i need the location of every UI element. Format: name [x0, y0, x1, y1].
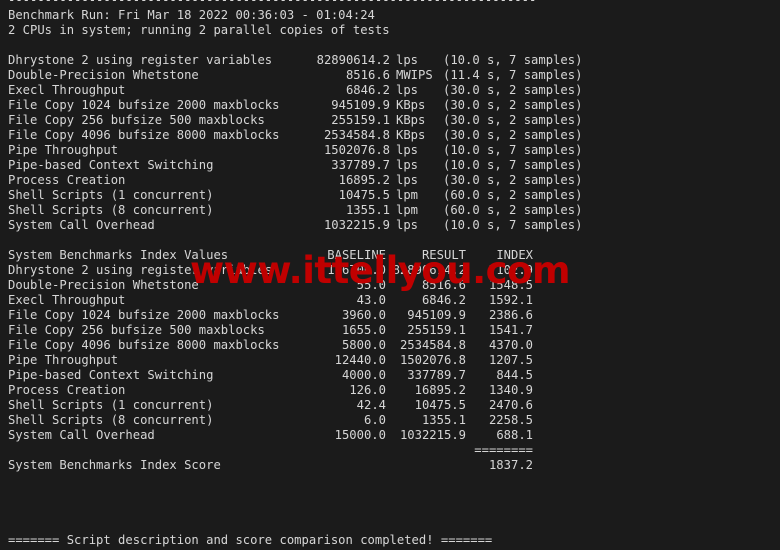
benchmark-unit: KBps — [396, 128, 426, 142]
index-index-value: 1207.5 — [488, 353, 533, 367]
benchmark-run-line: Benchmark Run: Fri Mar 18 2022 00:36:03 … — [8, 8, 375, 22]
benchmark-timing: (10.0 s, 7 samples) — [443, 53, 583, 67]
benchmark-timing: (30.0 s, 2 samples) — [443, 113, 583, 127]
benchmark-timing: (10.0 s, 7 samples) — [443, 218, 583, 232]
benchmark-timing: (30.0 s, 2 samples) — [443, 128, 583, 142]
benchmark-value: 1355.1 — [345, 203, 390, 217]
index-index-value: 1541.7 — [488, 323, 533, 337]
benchmark-result-row: Pipe-based Context Switching 337789.7 lps(… — [0, 158, 780, 173]
benchmark-result-row: System Call Overhead 1032215.9 lps (10.0 s,… — [0, 218, 780, 233]
index-value-row: Pipe Throughput 12440.0 1502076.8 1207.5 — [0, 353, 780, 368]
benchmark-value: 1502076.8 — [323, 143, 390, 157]
index-value-row: File Copy 1024 bufsize 2000 maxblocks 396… — [0, 308, 780, 323]
benchmark-unit: lpm — [396, 203, 419, 217]
benchmark-value: 6846.2 — [345, 83, 390, 97]
benchmark-result-row: Execl Throughput 6846.2 lps (30.0 s, 2 samp… — [0, 83, 780, 98]
benchmark-unit: KBps — [396, 113, 426, 127]
index-value-row: File Copy 4096 bufsize 8000 maxblocks 580… — [0, 338, 780, 353]
benchmark-result-row: Process Creation 16895.2 lps (30.0 s, 2 sam… — [0, 173, 780, 188]
index-value-row: Double-Precision Whetstone 55.0 8516.6 1548… — [0, 278, 780, 293]
benchmark-unit: lps — [396, 158, 419, 172]
benchmark-timing: (60.0 s, 2 samples) — [443, 203, 583, 217]
index-index-value: 688.1 — [496, 428, 533, 442]
score-separator: ======== — [0, 443, 780, 458]
benchmark-unit: lps — [396, 53, 419, 67]
score-separator-text: ======== — [474, 443, 533, 457]
index-value-row: File Copy 256 bufsize 500 maxblocks 1655.… — [0, 323, 780, 338]
index-index-value: 1548.5 — [488, 278, 533, 292]
benchmark-result-row: File Copy 4096 bufsize 8000 maxblocks 253… — [0, 128, 780, 143]
index-value-row: Process Creation 126.0 16895.2 1340.9 — [0, 383, 780, 398]
benchmark-unit: MWIPS — [396, 68, 433, 82]
index-values-block: Dhrystone 2 using register variables 1167… — [0, 263, 780, 443]
benchmark-timing: (60.0 s, 2 samples) — [443, 188, 583, 202]
benchmark-unit: lpm — [396, 188, 419, 202]
benchmark-timing: (30.0 s, 2 samples) — [443, 173, 583, 187]
benchmark-result-row: Double-Precision Whetstone 8516.6 MWIPS (11… — [0, 68, 780, 83]
benchmark-unit: lps — [396, 83, 419, 97]
index-index-value: 2470.6 — [488, 398, 533, 412]
index-value-row: Dhrystone 2 using register variables 1167… — [0, 263, 780, 278]
index-index-value: 4370.0 — [488, 338, 533, 352]
benchmark-value: 1032215.9 — [323, 218, 390, 232]
benchmark-timing: (30.0 s, 2 samples) — [443, 98, 583, 112]
index-index-value: 1340.9 — [488, 383, 533, 397]
benchmark-timing: (30.0 s, 2 samples) — [443, 83, 583, 97]
index-value-row: Pipe-based Context Switching 4000.0 337789… — [0, 368, 780, 383]
benchmark-value: 16895.2 — [338, 173, 390, 187]
top-divider-text: ----------------------------------------… — [8, 0, 537, 7]
benchmark-unit: KBps — [396, 98, 426, 112]
index-index-value: 1592.1 — [488, 293, 533, 307]
index-value-row: Shell Scripts (8 concurrent) 6.0 1355.1 225… — [0, 413, 780, 428]
index-value-row: Shell Scripts (1 concurrent) 42.4 10475.5 2… — [0, 398, 780, 413]
terminal-output: ----------------------------------------… — [0, 0, 780, 550]
benchmark-value: 945109.9 — [331, 98, 390, 112]
index-score-row: System Benchmarks Index Score 1837.2 — [0, 458, 780, 473]
benchmark-unit: lps — [396, 218, 419, 232]
benchmark-result-row: Shell Scripts (8 concurrent) 1355.1 lpm (60… — [0, 203, 780, 218]
column-header-index: INDEX — [496, 248, 533, 262]
benchmark-value: 337789.7 — [331, 158, 390, 172]
index-index-value: 7102.9 — [488, 263, 533, 277]
benchmark-timing: (11.4 s, 7 samples) — [443, 68, 583, 82]
benchmark-timing: (10.0 s, 7 samples) — [443, 143, 583, 157]
benchmark-value: 255159.1 — [331, 113, 390, 127]
benchmark-value: 2534584.8 — [323, 128, 390, 142]
benchmark-unit: lps — [396, 143, 419, 157]
index-index-value: 844.5 — [496, 368, 533, 382]
benchmark-value: 82890614.2 — [316, 53, 390, 67]
index-value-row: Execl Throughput 43.0 6846.2 1592.1 — [0, 293, 780, 308]
index-index-value: 2258.5 — [488, 413, 533, 427]
index-score-value: 1837.2 — [488, 458, 533, 472]
index-value-row: System Call Overhead 15000.0 1032215.9 688.… — [0, 428, 780, 443]
benchmark-value: 10475.5 — [338, 188, 390, 202]
top-divider: ----------------------------------------… — [0, 0, 780, 8]
completion-footer: ======= Script description and score com… — [8, 533, 493, 547]
benchmark-results-block: Dhrystone 2 using register variables 8289… — [0, 53, 780, 233]
benchmark-result-row: Dhrystone 2 using register variables 8289… — [0, 53, 780, 68]
benchmark-result-row: File Copy 1024 bufsize 2000 maxblocks 945… — [0, 98, 780, 113]
benchmark-unit: lps — [396, 173, 419, 187]
benchmark-result-row: Pipe Throughput 1502076.8 lps (10.0 s, 7 sa… — [0, 143, 780, 158]
benchmark-timing: (10.0 s, 7 samples) — [443, 158, 583, 172]
benchmark-value: 8516.6 — [345, 68, 390, 82]
benchmark-result-row: File Copy 256 bufsize 500 maxblocks 25515… — [0, 113, 780, 128]
benchmark-result-row: Shell Scripts (1 concurrent) 10475.5 lpm (6… — [0, 188, 780, 203]
cpu-count-line: 2 CPUs in system; running 2 parallel cop… — [8, 23, 390, 37]
index-table-header: System Benchmarks Index Values BASELINE … — [0, 248, 780, 263]
index-index-value: 2386.6 — [488, 308, 533, 322]
